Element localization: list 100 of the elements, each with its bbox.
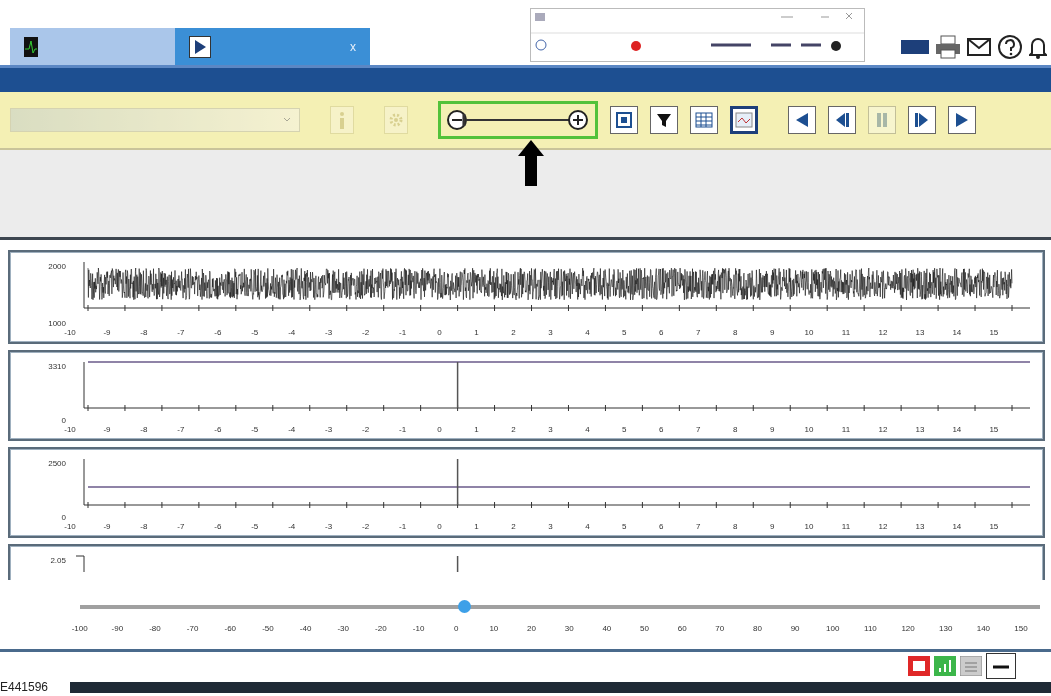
axis-tick-label: 3 [547, 425, 554, 436]
axis-tick-label: 12 [877, 425, 889, 436]
axis-tick-label: 15 [988, 522, 1000, 533]
axis-tick-label: -4 [287, 425, 297, 436]
up-arrow-icon [518, 140, 544, 186]
axis-tick-label: -9 [102, 522, 112, 533]
axis-tick-label: -6 [213, 425, 223, 436]
axis-tick-label: 10 [803, 522, 815, 533]
chevron-icon [283, 117, 291, 123]
axis-tick-label: 13 [914, 425, 926, 436]
axis-tick-label: 30 [563, 624, 575, 633]
axis-tick-label: 9 [768, 522, 776, 533]
axis-tick-label: 11 [840, 522, 852, 533]
axis-tick-label: 2 [510, 522, 517, 533]
axis-tick-label: 5 [621, 425, 628, 436]
tab[interactable] [10, 28, 175, 65]
chart-icon [735, 112, 753, 128]
toolbar-button[interactable] [650, 106, 678, 134]
axis-tick-label: 0 [436, 522, 443, 533]
axis-tick-label: -10 [63, 522, 77, 533]
table-icon [695, 112, 713, 128]
axis-tick-label: 40 [601, 624, 613, 633]
figure-caption: E441596 [0, 681, 50, 693]
step-forward-icon [914, 112, 930, 128]
timeline-thumb[interactable] [458, 600, 471, 613]
play-icon [189, 35, 211, 58]
axis-tick-label: 6 [658, 522, 665, 533]
axis-tick-label: 7 [695, 425, 702, 436]
axis-tick-label: -9 [102, 328, 112, 339]
toolbar-button[interactable] [788, 106, 816, 134]
axis-tick-label: -3 [324, 522, 334, 533]
axis-tick-label: 11 [840, 328, 852, 339]
axis-tick-label: 3 [547, 522, 554, 533]
axis-tick-label: -5 [250, 522, 260, 533]
axis-tick-label: 8 [731, 425, 739, 436]
axis-tick-label: 14 [951, 425, 963, 436]
axis-tick-label: -90 [110, 624, 125, 633]
axis-tick-label: -80 [148, 624, 162, 633]
list-icon [960, 656, 982, 676]
monitor-icon [901, 39, 929, 54]
axis-tick-label: 1 [473, 522, 480, 533]
axis-tick-label: -7 [176, 425, 186, 436]
axis-tick-label: -2 [361, 425, 371, 436]
axis-tick-label: -1 [398, 425, 408, 436]
axis-tick-label: 7 [695, 522, 702, 533]
axis-tick-label: 80 [752, 624, 763, 633]
axis-tick-label: -1 [398, 328, 408, 339]
info-icon [338, 111, 346, 129]
axis-tick-label: 8 [731, 522, 739, 533]
axis-tick-label: -3 [324, 328, 334, 339]
axis-tick-label: 12 [877, 328, 889, 339]
axis-tick-label: 13 [914, 522, 926, 533]
mail-icon [967, 37, 991, 56]
filter-icon [656, 112, 672, 128]
axis-tick-label: 4 [584, 425, 591, 436]
close-tab-button[interactable]: x [350, 39, 356, 54]
axis-tick-label: 8 [731, 328, 739, 339]
toolbar-button[interactable] [828, 106, 856, 134]
axis-tick-label: -50 [261, 624, 275, 633]
axis-tick-label: 13 [914, 328, 926, 339]
axis-tick-label: 2000 [48, 262, 66, 271]
record-icon [908, 656, 930, 676]
axis-tick-label: 3310 [48, 362, 66, 371]
axis-tick-label: 7 [695, 328, 702, 339]
axis-tick-label: 0 [452, 624, 460, 633]
toolbar-button[interactable] [730, 106, 758, 134]
axis-tick-label: 150 [1013, 624, 1029, 633]
axis-tick-label: -5 [250, 425, 260, 436]
axis-tick-label: 0 [436, 328, 443, 339]
play-icon [954, 112, 970, 128]
axis-tick-label: 6 [658, 328, 665, 339]
axis-tick-label: -100 [70, 624, 89, 633]
axis-tick-label: -9 [102, 425, 112, 436]
axis-tick-label: 10 [488, 624, 500, 633]
axis-tick-label: 70 [714, 624, 726, 633]
signal-bars-icon [934, 656, 956, 676]
toolbar-button[interactable] [610, 106, 638, 134]
axis-tick-label: -8 [139, 328, 149, 339]
axis-tick-label: 110 [863, 624, 878, 633]
axis-tick-label: 50 [639, 624, 650, 633]
axis-tick-label: 4 [584, 522, 591, 533]
toolbar-button[interactable] [908, 106, 936, 134]
axis-tick-label: 0 [436, 425, 443, 436]
axis-tick-label: -1 [398, 522, 408, 533]
axis-tick-label: -4 [287, 328, 297, 339]
axis-tick-label: -8 [139, 425, 149, 436]
axis-tick-label: 12 [877, 522, 889, 533]
step-back-icon [834, 112, 850, 128]
axis-tick-label: 9 [768, 425, 776, 436]
axis-tick-label: -3 [324, 425, 334, 436]
axis-tick-label: 90 [789, 624, 801, 633]
axis-tick-label: 2 [510, 328, 517, 339]
axis-tick-label: -8 [139, 522, 149, 533]
axis-tick-label: -6 [213, 522, 223, 533]
toolbar-button[interactable] [948, 106, 976, 134]
tab[interactable]: x [175, 28, 370, 65]
axis-tick-label: -10 [63, 425, 77, 436]
axis-tick-label: -4 [287, 522, 297, 533]
axis-tick-label: 5 [621, 522, 628, 533]
zoom-slider[interactable] [438, 101, 598, 139]
